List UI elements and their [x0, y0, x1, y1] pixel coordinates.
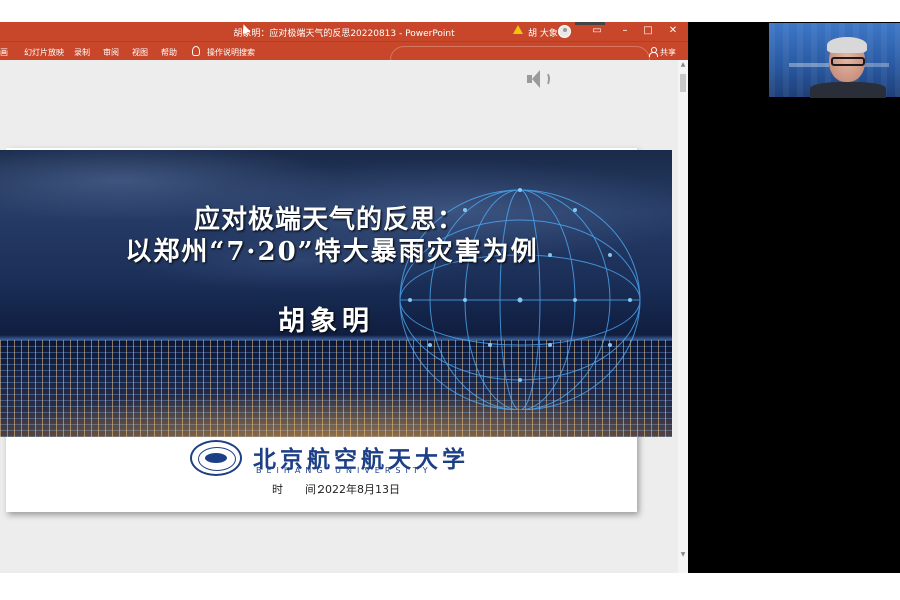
- slide-author: 胡象明: [278, 306, 374, 337]
- date-value: 2022年8月13日: [318, 483, 400, 496]
- tab-draw[interactable]: 画: [0, 47, 8, 58]
- tell-me-search[interactable]: 操作说明搜索: [207, 47, 255, 58]
- avatar[interactable]: [558, 25, 571, 38]
- document-title: 胡象明：应对极端天气的反思20220813: [233, 29, 397, 39]
- speaker-wave: [542, 72, 550, 86]
- close-button[interactable]: ✕: [665, 24, 681, 38]
- ribbon-display-options-icon[interactable]: ▭: [589, 24, 605, 38]
- user-name[interactable]: 胡 大象: [528, 26, 558, 39]
- warning-icon[interactable]: [513, 25, 523, 34]
- scroll-down-icon[interactable]: ▼: [678, 550, 688, 560]
- webcam-person-glasses: [831, 57, 865, 66]
- share-icon[interactable]: [649, 47, 658, 57]
- app-name: PowerPoint: [405, 29, 455, 39]
- speaker-cone: [532, 70, 540, 88]
- university-name-en: BEIHANG UNIVERSITY: [256, 466, 433, 475]
- webcam-background-sign: [789, 63, 829, 67]
- window-title: 胡象明：应对极端天气的反思20220813 - PowerPoint: [0, 26, 688, 39]
- scrollbar-thumb[interactable]: [680, 74, 686, 92]
- tab-review[interactable]: 审阅: [103, 47, 119, 58]
- scroll-up-icon[interactable]: ▲: [678, 60, 688, 70]
- speaker-icon[interactable]: [527, 68, 551, 90]
- ribbon-tabs: 画 幻灯片放映 录制 审阅 视图 帮助 操作说明搜索 共享: [0, 41, 688, 80]
- slide-banner-image: [0, 150, 672, 437]
- tab-view[interactable]: 视图: [132, 47, 148, 58]
- tab-record[interactable]: 录制: [74, 47, 90, 58]
- share-button[interactable]: 共享: [660, 47, 676, 58]
- slide-title-line2: 以郑州“7·20”特大暴雨灾害为例: [125, 237, 539, 267]
- date-label-part1: 时: [272, 483, 283, 496]
- webcam-person-hair: [827, 37, 867, 53]
- tab-help[interactable]: 帮助: [161, 47, 177, 58]
- beihang-seal-logo: [190, 440, 242, 476]
- tab-slideshow[interactable]: 幻灯片放映: [24, 47, 64, 58]
- meeting-side-panel: [688, 22, 900, 573]
- minimize-button[interactable]: –: [617, 24, 633, 38]
- vertical-scrollbar[interactable]: ▲ ▼: [678, 60, 688, 573]
- webcam-person-body: [810, 82, 886, 98]
- title-bar: 胡象明：应对极端天气的反思20220813 - PowerPoint 胡 大象 …: [0, 22, 688, 41]
- maximize-button[interactable]: □: [640, 24, 656, 38]
- lightbulb-icon[interactable]: [192, 46, 200, 56]
